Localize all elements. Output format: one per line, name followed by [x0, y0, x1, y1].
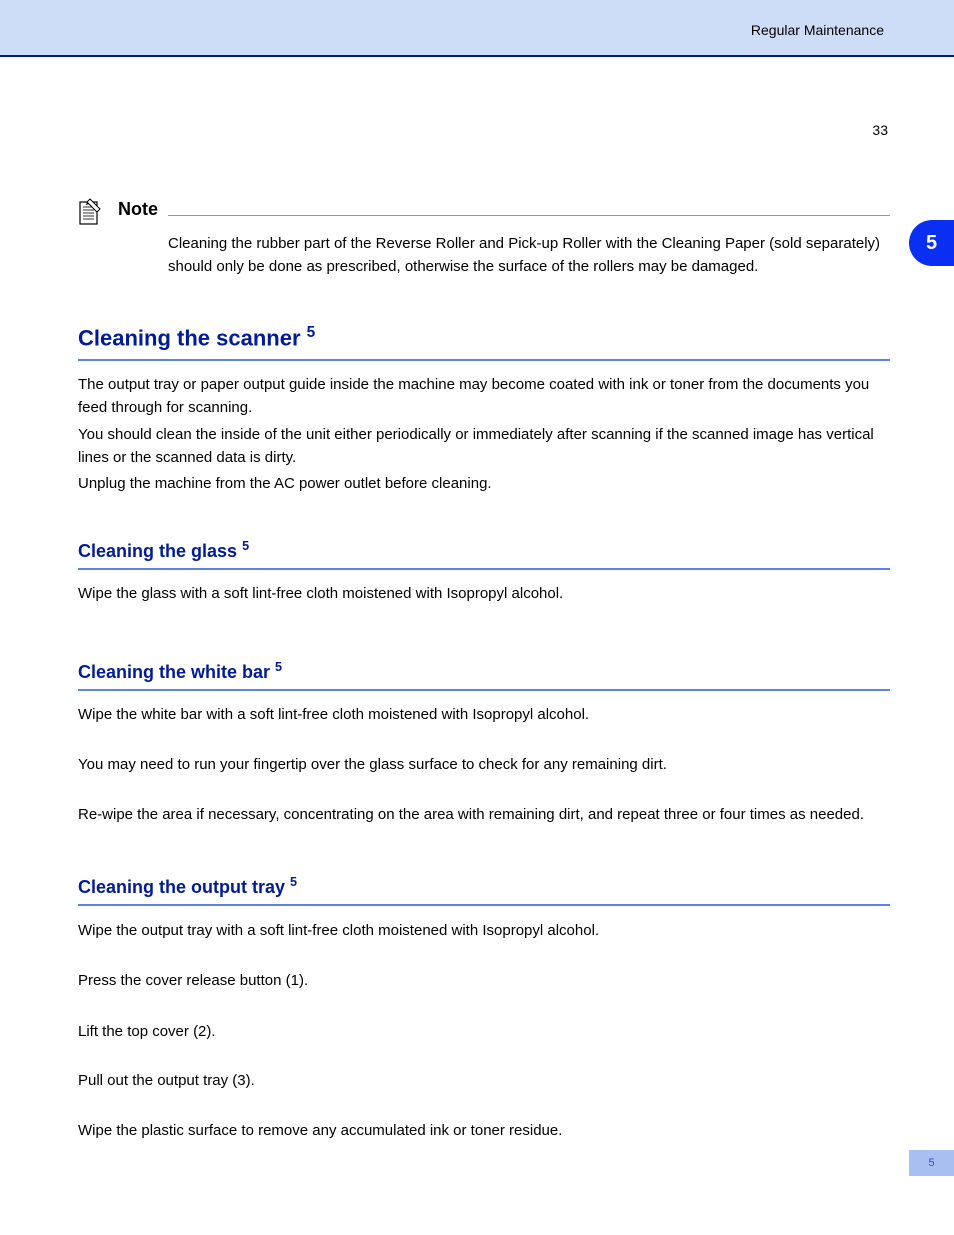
para-white-2: You may need to run your fingertip over … [78, 753, 890, 776]
note-rule [168, 215, 890, 216]
section-tab[interactable]: 5 [909, 220, 954, 266]
heading-marker: 5 [307, 324, 316, 341]
heading-cleaning-glass: Cleaning the glass 5 [78, 539, 890, 570]
heading-cleaning-scanner: Cleaning the scanner 5 [78, 324, 890, 361]
para-white-1: Wipe the white bar with a soft lint-free… [78, 703, 890, 726]
note-body-text: Cleaning the rubber part of the Reverse … [168, 232, 890, 279]
note-icon [78, 197, 102, 227]
page-number: 33 [872, 122, 888, 138]
footer-page-tab: 5 [909, 1150, 954, 1176]
para-glass-1: Wipe the glass with a soft lint-free clo… [78, 582, 890, 605]
heading-cleaning-white-bar: Cleaning the white bar 5 [78, 660, 890, 691]
heading-cleaning-glass-text: Cleaning the glass [78, 541, 237, 561]
para-out-3: Lift the top cover (2). [78, 1020, 890, 1043]
heading-cleaning-white-bar-text: Cleaning the white bar [78, 662, 270, 682]
heading-cleaning-output-tray-text: Cleaning the output tray [78, 877, 285, 897]
para-out-5: Wipe the plastic surface to remove any a… [78, 1119, 890, 1142]
running-header-title: Regular Maintenance [751, 22, 884, 38]
heading-marker: 5 [242, 539, 249, 553]
heading-cleaning-scanner-text: Cleaning the scanner [78, 325, 301, 350]
para-scanner-2: You should clean the inside of the unit … [78, 423, 890, 470]
para-scanner-1: The output tray or paper output guide in… [78, 373, 890, 420]
heading-marker: 5 [275, 660, 282, 674]
para-out-1: Wipe the output tray with a soft lint-fr… [78, 919, 890, 942]
para-out-4: Pull out the output tray (3). [78, 1069, 890, 1092]
para-out-2: Press the cover release button (1). [78, 969, 890, 992]
note-heading: Note [118, 199, 158, 220]
para-white-3: Re-wipe the area if necessary, concentra… [78, 803, 890, 826]
heading-cleaning-output-tray: Cleaning the output tray 5 [78, 875, 890, 906]
para-scanner-3: Unplug the machine from the AC power out… [78, 472, 890, 495]
heading-marker: 5 [290, 875, 297, 889]
